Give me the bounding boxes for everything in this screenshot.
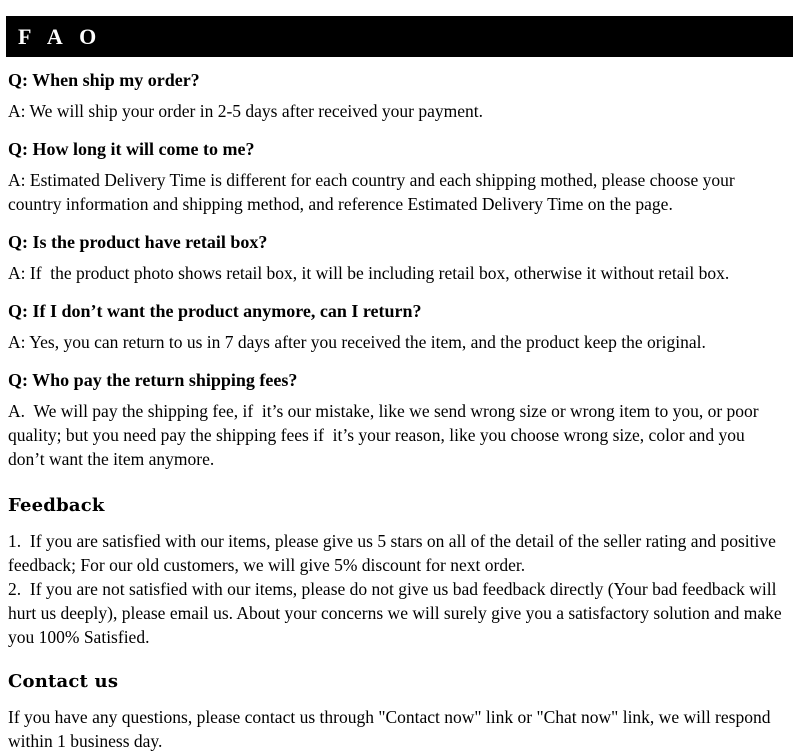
faq-item: Q: If I don’t want the product anymore, … [8, 299, 784, 354]
contact-heading: Contact us [8, 671, 119, 692]
feedback-item-2: 2. If you are not satisfied with our ite… [8, 579, 787, 647]
faq-question: Q: Is the product have retail box? [8, 232, 268, 252]
page-header-bar: F A O [6, 16, 793, 57]
faq-item: Q: Who pay the return shipping fees? A. … [8, 368, 784, 471]
faq-question: Q: If I don’t want the product anymore, … [8, 301, 422, 321]
faq-answer: A: Yes, you can return to us in 7 days a… [8, 332, 706, 352]
faq-question: Q: How long it will come to me? [8, 139, 255, 159]
faq-answer: A: We will ship your order in 2-5 days a… [8, 101, 484, 121]
contact-body: If you have any questions, please contac… [8, 707, 775, 751]
faq-item: Q: Is the product have retail box? A: If… [8, 230, 784, 285]
faq-item: Q: When ship my order? A: We will ship y… [8, 68, 784, 123]
contact-section: Contact us If you have any questions, pl… [8, 671, 784, 753]
faq-answer: A: Estimated Delivery Time is different … [8, 170, 740, 214]
faq-content: Q: When ship my order? A: We will ship y… [8, 68, 784, 753]
faq-answer: A. We will pay the shipping fee, if it’s… [8, 401, 764, 469]
feedback-heading: Feedback [8, 495, 105, 516]
feedback-section: Feedback 1. If you are satisfied with ou… [8, 495, 784, 649]
page-title: F A O [18, 23, 103, 49]
feedback-item-1: 1. If you are satisfied with our items, … [8, 531, 781, 575]
faq-item: Q: How long it will come to me? A: Estim… [8, 137, 784, 216]
faq-question: Q: When ship my order? [8, 70, 200, 90]
faq-page: F A O Q: When ship my order? A: We will … [0, 0, 800, 751]
faq-question: Q: Who pay the return shipping fees? [8, 370, 298, 390]
faq-answer: A: If the product photo shows retail box… [8, 263, 730, 283]
